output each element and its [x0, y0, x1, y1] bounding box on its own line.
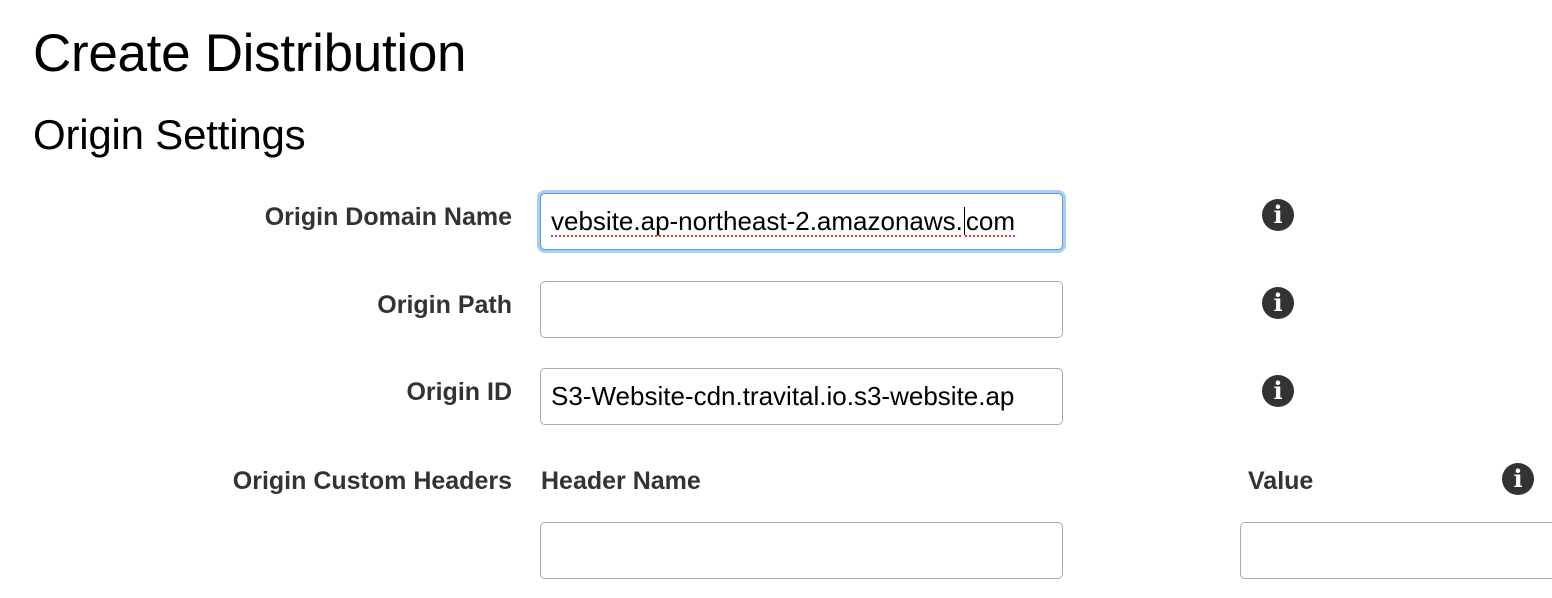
info-icon[interactable]: i — [1262, 287, 1294, 319]
page-title: Create Distribution — [33, 24, 467, 83]
create-distribution-page: Create Distribution Origin Settings Orig… — [0, 0, 1552, 598]
header-name-input[interactable] — [540, 522, 1063, 579]
origin-id-input[interactable]: S3-Website-cdn.travital.io.s3-website.ap — [540, 368, 1063, 425]
info-icon[interactable]: i — [1262, 375, 1294, 407]
origin-domain-name-label: Origin Domain Name — [264, 203, 512, 231]
value-column-label: Value — [1248, 467, 1314, 495]
origin-custom-headers-label: Origin Custom Headers — [232, 467, 512, 495]
section-title-origin-settings: Origin Settings — [33, 111, 306, 158]
origin-domain-name-value: vebsite.ap-northeast-2.amazonaws. com — [551, 206, 1015, 236]
text-caret — [963, 207, 965, 235]
origin-id-label: Origin ID — [406, 378, 512, 406]
header-value-input[interactable] — [1240, 522, 1552, 579]
origin-domain-name-input[interactable]: vebsite.ap-northeast-2.amazonaws. com — [540, 193, 1063, 250]
origin-path-label: Origin Path — [377, 291, 512, 319]
origin-path-input[interactable] — [540, 281, 1063, 338]
origin-domain-name-value-start: vebsite.ap-northeast-2.amazonaws. — [551, 206, 963, 236]
info-icon[interactable]: i — [1262, 199, 1294, 231]
header-name-column-label: Header Name — [541, 467, 701, 495]
origin-domain-name-value-end: com — [965, 206, 1016, 236]
info-icon[interactable]: i — [1502, 463, 1534, 495]
